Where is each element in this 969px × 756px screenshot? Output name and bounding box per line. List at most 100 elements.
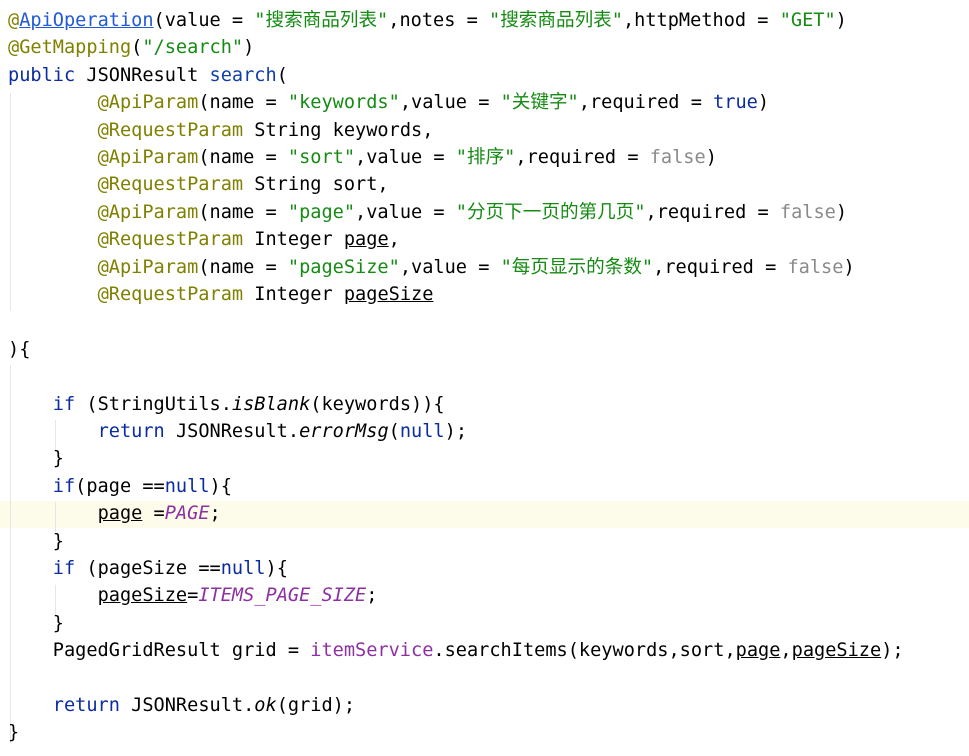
code-line[interactable]: return JSONResult.errorMsg(null); (8, 418, 467, 445)
code-token: ,httpMethod = (622, 10, 780, 31)
code-token: ) (843, 256, 855, 278)
code-line[interactable]: } (8, 610, 64, 637)
code-token: ,required = (578, 92, 714, 114)
code-line[interactable]: PagedGridResult grid = itemService.searc… (8, 637, 904, 664)
code-line[interactable]: @ApiOperation(value = "搜索商品列表",notes = "… (8, 7, 847, 34)
code-token: ( (276, 64, 288, 86)
code-token: , (780, 640, 792, 662)
code-token: return (52, 695, 132, 716)
code-token: (grid); (276, 695, 356, 716)
code-token: (page == (75, 475, 165, 497)
code-token: (keywords)){ (310, 393, 445, 415)
code-line[interactable]: @GetMapping("/search") (8, 34, 254, 61)
code-token: "分页下一页的第几页" (455, 201, 646, 223)
code-line[interactable]: @RequestParam String keywords, (8, 117, 434, 144)
code-line[interactable]: if (pageSize ==null){ (8, 555, 288, 582)
code-token: "GET" (779, 10, 836, 31)
code-editor[interactable]: @ApiOperation(value = "搜索商品列表",notes = "… (0, 0, 969, 756)
code-line[interactable]: @ApiParam(name = "keywords",value = "关键字… (8, 89, 770, 116)
code-token: PagedGridResult grid = (8, 640, 311, 662)
code-token: (value = (153, 10, 255, 31)
code-line[interactable]: @RequestParam String sort, (8, 171, 389, 198)
code-token: ) (243, 37, 255, 59)
code-token: false (787, 256, 844, 278)
code-line[interactable]: if (StringUtils.isBlank(keywords)){ (8, 391, 445, 418)
code-token: ){ (265, 558, 288, 579)
code-token: (StringUtils. (86, 393, 232, 415)
code-line[interactable]: return JSONResult.ok(grid); (8, 692, 355, 719)
code-line[interactable]: ){ (8, 336, 30, 363)
code-token: if (52, 393, 87, 415)
code-token: ,required = (645, 201, 780, 223)
code-token: @RequestParam (97, 284, 255, 305)
code-token: ){ (209, 475, 232, 497)
code-line[interactable]: if(page ==null){ (8, 473, 232, 500)
code-token: public (8, 64, 87, 86)
code-line[interactable]: } (8, 719, 19, 746)
code-token: @GetMapping (8, 37, 132, 59)
code-token: ) (757, 92, 770, 114)
code-token: ,required = (653, 256, 788, 278)
code-token: @ApiParam (97, 256, 199, 278)
code-token: pageSize (343, 284, 434, 305)
code-line[interactable]: public JSONResult search( (8, 62, 288, 89)
code-token: = (142, 503, 165, 525)
code-token: @RequestParam (97, 229, 255, 251)
code-token: @ApiParam (97, 147, 199, 168)
code-line[interactable]: } (8, 445, 64, 472)
code-line[interactable]: } (8, 528, 64, 555)
code-token: } (8, 722, 20, 744)
code-token: ); (444, 421, 468, 442)
code-token: (name = (198, 92, 288, 114)
code-token: ) (835, 201, 848, 223)
code-token: if (52, 475, 76, 497)
code-token: Integer (254, 229, 344, 251)
code-token: = (187, 585, 199, 607)
code-line[interactable]: @RequestParam Integer pageSize (8, 281, 434, 308)
code-token: JSONResult (86, 64, 210, 86)
code-token: ,value = (355, 201, 456, 223)
code-token: ; (366, 585, 378, 607)
code-token: PAGE (164, 503, 210, 525)
code-line[interactable]: @ApiParam(name = "page",value = "分页下一页的第… (8, 199, 848, 226)
code-token: "keywords" (287, 92, 400, 114)
code-token: ) (705, 147, 717, 168)
code-token: ,required = (515, 147, 650, 168)
code-token: ; (209, 503, 221, 525)
code-line[interactable]: @ApiParam(name = "sort",value = "排序",req… (8, 144, 717, 171)
code-token: isBlank (231, 393, 311, 415)
code-token: "排序" (455, 147, 516, 168)
code-token: "page" (287, 201, 356, 223)
code-token: } (8, 448, 64, 470)
code-token: ,value = (355, 147, 456, 168)
code-token: page (735, 640, 781, 662)
code-token: return (97, 421, 176, 442)
code-token: ,notes = (388, 10, 489, 31)
code-token: String sort, (254, 174, 389, 196)
code-token: (name = (198, 201, 288, 223)
code-token: "sort" (287, 147, 356, 168)
code-token: pageSize (97, 585, 188, 607)
code-token: } (8, 612, 64, 634)
code-token: ){ (8, 338, 31, 360)
code-line[interactable]: @ApiParam(name = "pageSize",value = "每页显… (8, 254, 855, 281)
code-token: false (649, 147, 706, 168)
code-line[interactable]: @RequestParam Integer page, (8, 226, 400, 253)
code-token: ,value = (399, 256, 501, 278)
code-token: ok (254, 695, 277, 716)
code-token: itemService (310, 640, 434, 662)
code-line[interactable]: page =PAGE; (8, 500, 221, 527)
code-line[interactable]: pageSize=ITEMS_PAGE_SIZE; (8, 582, 378, 609)
